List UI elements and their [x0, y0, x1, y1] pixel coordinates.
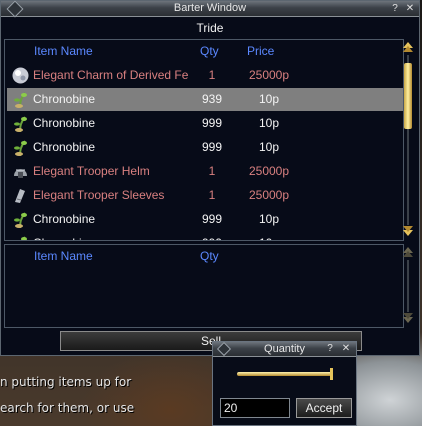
item-price: 25000p: [248, 164, 290, 178]
item-qty: 939: [201, 92, 223, 106]
charm-icon: [11, 66, 30, 85]
plant-icon: [11, 138, 30, 157]
list-item[interactable]: Chronobine 999 10p: [7, 136, 403, 159]
barter-window-titlebar[interactable]: Barter Window ? ✕: [1, 1, 419, 17]
item-name: Chronobine: [33, 116, 96, 130]
item-price: 25000p: [248, 188, 290, 202]
help-button[interactable]: ?: [389, 3, 401, 15]
chat-text-line: n putting items up for: [0, 375, 132, 389]
sell-list: Item Name Qty: [4, 244, 404, 328]
scroll-up-icon[interactable]: [402, 41, 414, 53]
chat-text-line: earch for them, or use: [0, 401, 135, 415]
item-price: 10p: [239, 236, 299, 240]
item-name: Chronobine: [33, 236, 193, 240]
quantity-slider-track[interactable]: [237, 372, 333, 376]
scroll-down-icon[interactable]: [402, 312, 414, 324]
plant-icon: [11, 234, 30, 240]
plant-icon: [11, 90, 30, 109]
item-qty: 1: [208, 68, 216, 82]
column-header-item-name[interactable]: Item Name: [34, 249, 93, 263]
sell-list-scrollbar[interactable]: [401, 246, 415, 326]
scroll-down-icon[interactable]: [402, 225, 414, 237]
help-button[interactable]: ?: [324, 343, 336, 355]
item-qty: 1: [208, 188, 216, 202]
list-item[interactable]: Elegant Charm of Derived Fe 1 25000p: [7, 64, 403, 87]
column-header-item-name[interactable]: Item Name: [34, 44, 93, 58]
item-qty: 999: [201, 140, 223, 154]
scroll-up-icon[interactable]: [402, 246, 414, 258]
close-button[interactable]: ✕: [340, 343, 352, 355]
plant-icon: [11, 114, 30, 133]
item-name: Elegant Charm of Derived Fe: [33, 68, 189, 82]
window-title: Barter Window: [173, 2, 247, 14]
quantity-input[interactable]: [220, 398, 290, 418]
list-item[interactable]: Chronobine 999 10p: [7, 232, 403, 240]
scroll-track[interactable]: [407, 260, 409, 312]
item-price: 10p: [258, 116, 280, 130]
column-header-qty[interactable]: Qty: [200, 44, 219, 58]
column-header-qty[interactable]: Qty: [200, 249, 219, 263]
list-item[interactable]: Chronobine 999 10p: [7, 208, 403, 231]
plant-icon: [11, 210, 30, 229]
trader-name: Tride: [196, 21, 224, 35]
list-item[interactable]: Chronobine 939 10p: [7, 88, 403, 111]
sleeves-icon: [11, 186, 30, 205]
list-item[interactable]: Elegant Trooper Helm 1 25000p: [7, 160, 403, 183]
quantity-window: Quantity ? ✕ Accept: [212, 341, 357, 426]
quantity-window-titlebar[interactable]: Quantity ? ✕: [213, 342, 356, 357]
column-header-price[interactable]: Price: [247, 44, 274, 58]
item-qty: 999: [201, 116, 223, 130]
item-qty: 999: [197, 236, 227, 240]
item-price: 10p: [258, 140, 280, 154]
item-name: Elegant Trooper Sleeves: [33, 188, 165, 202]
item-qty: 1: [208, 164, 216, 178]
item-name: Elegant Trooper Helm: [33, 164, 150, 178]
list-item[interactable]: Elegant Trooper Sleeves 1 25000p: [7, 184, 403, 207]
helm-icon: [11, 162, 30, 181]
accept-button[interactable]: Accept: [296, 398, 352, 418]
buy-list: Item Name Qty Price Elegant Charm of Der…: [4, 39, 404, 241]
buy-list-scrollbar[interactable]: [401, 41, 415, 239]
item-name: Chronobine: [33, 140, 96, 154]
list-item[interactable]: Chronobine 999 10p: [7, 112, 403, 135]
item-price: 10p: [258, 92, 280, 106]
barter-window: Barter Window ? ✕ Tride Item Name Qty Pr…: [0, 0, 420, 356]
item-name: Chronobine: [33, 212, 96, 226]
scroll-thumb[interactable]: [404, 63, 412, 129]
item-name: Chronobine: [33, 92, 96, 106]
item-price: 25000p: [248, 68, 290, 82]
item-price: 10p: [258, 212, 280, 226]
close-button[interactable]: ✕: [404, 3, 416, 15]
quantity-slider-handle[interactable]: [330, 368, 333, 380]
item-qty: 999: [201, 212, 223, 226]
